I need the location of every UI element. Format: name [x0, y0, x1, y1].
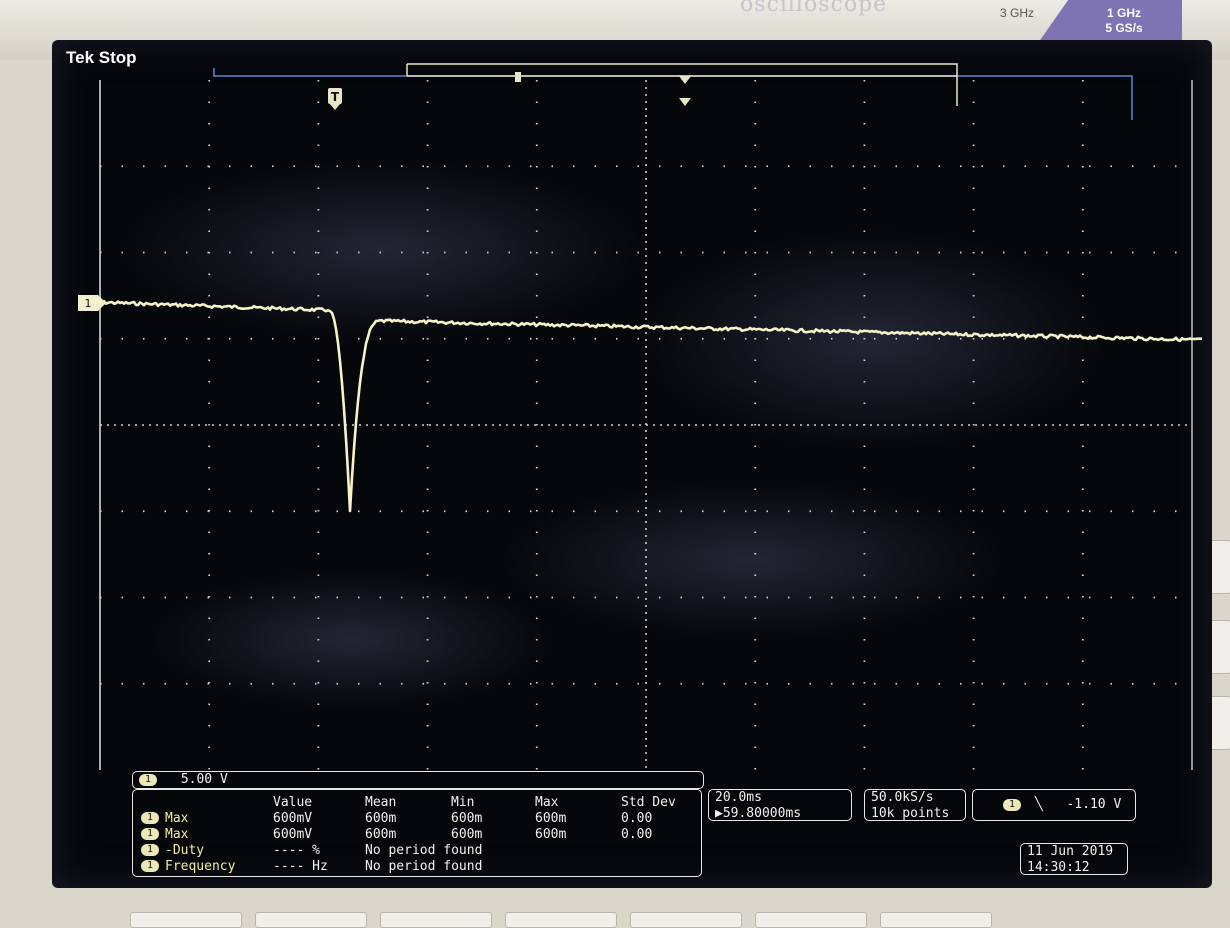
date-time-readout[interactable]: 11 Jun 2019 14:30:12: [1020, 843, 1128, 875]
header-max: Max: [535, 794, 559, 810]
channel-badge: 1: [141, 860, 159, 872]
measurement-row[interactable]: 1 Max 600mV 600m 600m 600m 0.00: [141, 826, 701, 842]
timebase-scale: 20.0ms: [715, 790, 762, 805]
record-length: 10k points: [871, 806, 950, 821]
trigger-marker-label: T: [331, 90, 340, 104]
acquisition-status: Tek Stop: [66, 48, 137, 68]
header-mean: Mean: [365, 794, 397, 810]
trigger-slope-icon: ╲: [1034, 797, 1043, 812]
channel-1-readout[interactable]: 1 5.00 V: [132, 771, 704, 789]
horizontal-readout[interactable]: 20.0ms ▶59.80000ms: [708, 789, 852, 821]
header-value: Value: [273, 794, 313, 810]
channel-badge: 1: [139, 773, 157, 786]
channel-badge: 1: [141, 844, 159, 856]
channel-scale: 5.00 V: [180, 772, 228, 787]
measurement-min: 600m: [451, 810, 483, 826]
bottom-bezel-button-7[interactable]: [880, 912, 992, 928]
measurement-mean: 600m: [365, 810, 397, 826]
bottom-bezel-button-2[interactable]: [255, 912, 367, 928]
measurement-max: 600m: [535, 810, 567, 826]
bottom-bezel-button-3[interactable]: [380, 912, 492, 928]
measurement-row[interactable]: 1 -Duty ---- % No period found: [141, 842, 701, 858]
time: 14:30:12: [1027, 860, 1090, 875]
measurement-mean: 600m: [365, 826, 397, 842]
trigger-position-marker[interactable]: T: [328, 88, 342, 110]
bottom-bezel-button-5[interactable]: [630, 912, 742, 928]
header-std-dev: Std Dev: [621, 794, 676, 810]
measurement-status: No period found: [365, 842, 483, 858]
trigger-level: -1.10 V: [1066, 797, 1122, 812]
measurement-std-dev: 0.00: [621, 826, 653, 842]
bottom-bezel-button-6[interactable]: [755, 912, 867, 928]
timebase-position: ▶59.80000ms: [715, 806, 802, 821]
date: 11 Jun 2019: [1027, 844, 1114, 859]
measurement-min: 600m: [451, 826, 483, 842]
measurement-panel[interactable]: Value Mean Min Max Std Dev 1 Max 600mV 60…: [132, 789, 702, 877]
spec-bandwidth: 1 GHz: [1106, 6, 1141, 20]
trigger-readout[interactable]: 1 ╲ -1.10 V: [972, 789, 1136, 821]
acq-state: Stop: [98, 48, 137, 67]
measurement-name: -Duty: [165, 842, 205, 858]
measurement-name: Max: [165, 810, 189, 826]
measurement-std-dev: 0.00: [621, 810, 653, 826]
header-min: Min: [451, 794, 475, 810]
brand-name: Tek: [66, 48, 95, 67]
bandwidth-label: 3 GHz: [1000, 6, 1035, 20]
measurement-value: ---- %: [273, 842, 320, 858]
measurement-name: Frequency: [165, 858, 236, 874]
measurement-row[interactable]: 1 Max 600mV 600m 600m 600m 0.00: [141, 810, 701, 826]
screen-reflection: [502, 480, 1002, 640]
trigger-source-badge: 1: [1003, 798, 1021, 811]
bottom-bezel-button-1[interactable]: [130, 912, 242, 928]
measurement-status: No period found: [365, 858, 483, 874]
ground-marker-label: 1: [85, 297, 92, 310]
measurement-table: Value Mean Min Max Std Dev 1 Max 600mV 60…: [141, 794, 701, 874]
channel-badge: 1: [141, 828, 159, 840]
record-position-marker: [515, 72, 521, 82]
measurement-row[interactable]: 1 Frequency ---- Hz No period found: [141, 858, 701, 874]
oscilloscope-screen: T 1 Tek Stop 1 5.00 V Value Mean Min Max…: [52, 40, 1212, 888]
channel-badge: 1: [141, 812, 159, 824]
waveform-display: T 1: [78, 63, 1203, 770]
center-marker: [679, 98, 691, 106]
spec-sample-rate: 5 GS/s: [1105, 21, 1143, 35]
expansion-point-marker: [679, 76, 691, 84]
bottom-bezel-button-4[interactable]: [505, 912, 617, 928]
measurement-value: 600mV: [273, 810, 313, 826]
screen-reflection: [152, 570, 552, 710]
measurement-header-row: Value Mean Min Max Std Dev: [141, 794, 701, 810]
sample-rate: 50.0kS/s: [871, 790, 934, 805]
measurement-value: ---- Hz: [273, 858, 328, 874]
screen-reflection: [642, 230, 1102, 450]
brand-label: oscilloscope: [740, 0, 888, 17]
screen-reflection: [122, 160, 642, 340]
measurement-name: Max: [165, 826, 189, 842]
measurement-value: 600mV: [273, 826, 313, 842]
measurement-max: 600m: [535, 826, 567, 842]
acquisition-readout[interactable]: 50.0kS/s 10k points: [864, 789, 966, 821]
